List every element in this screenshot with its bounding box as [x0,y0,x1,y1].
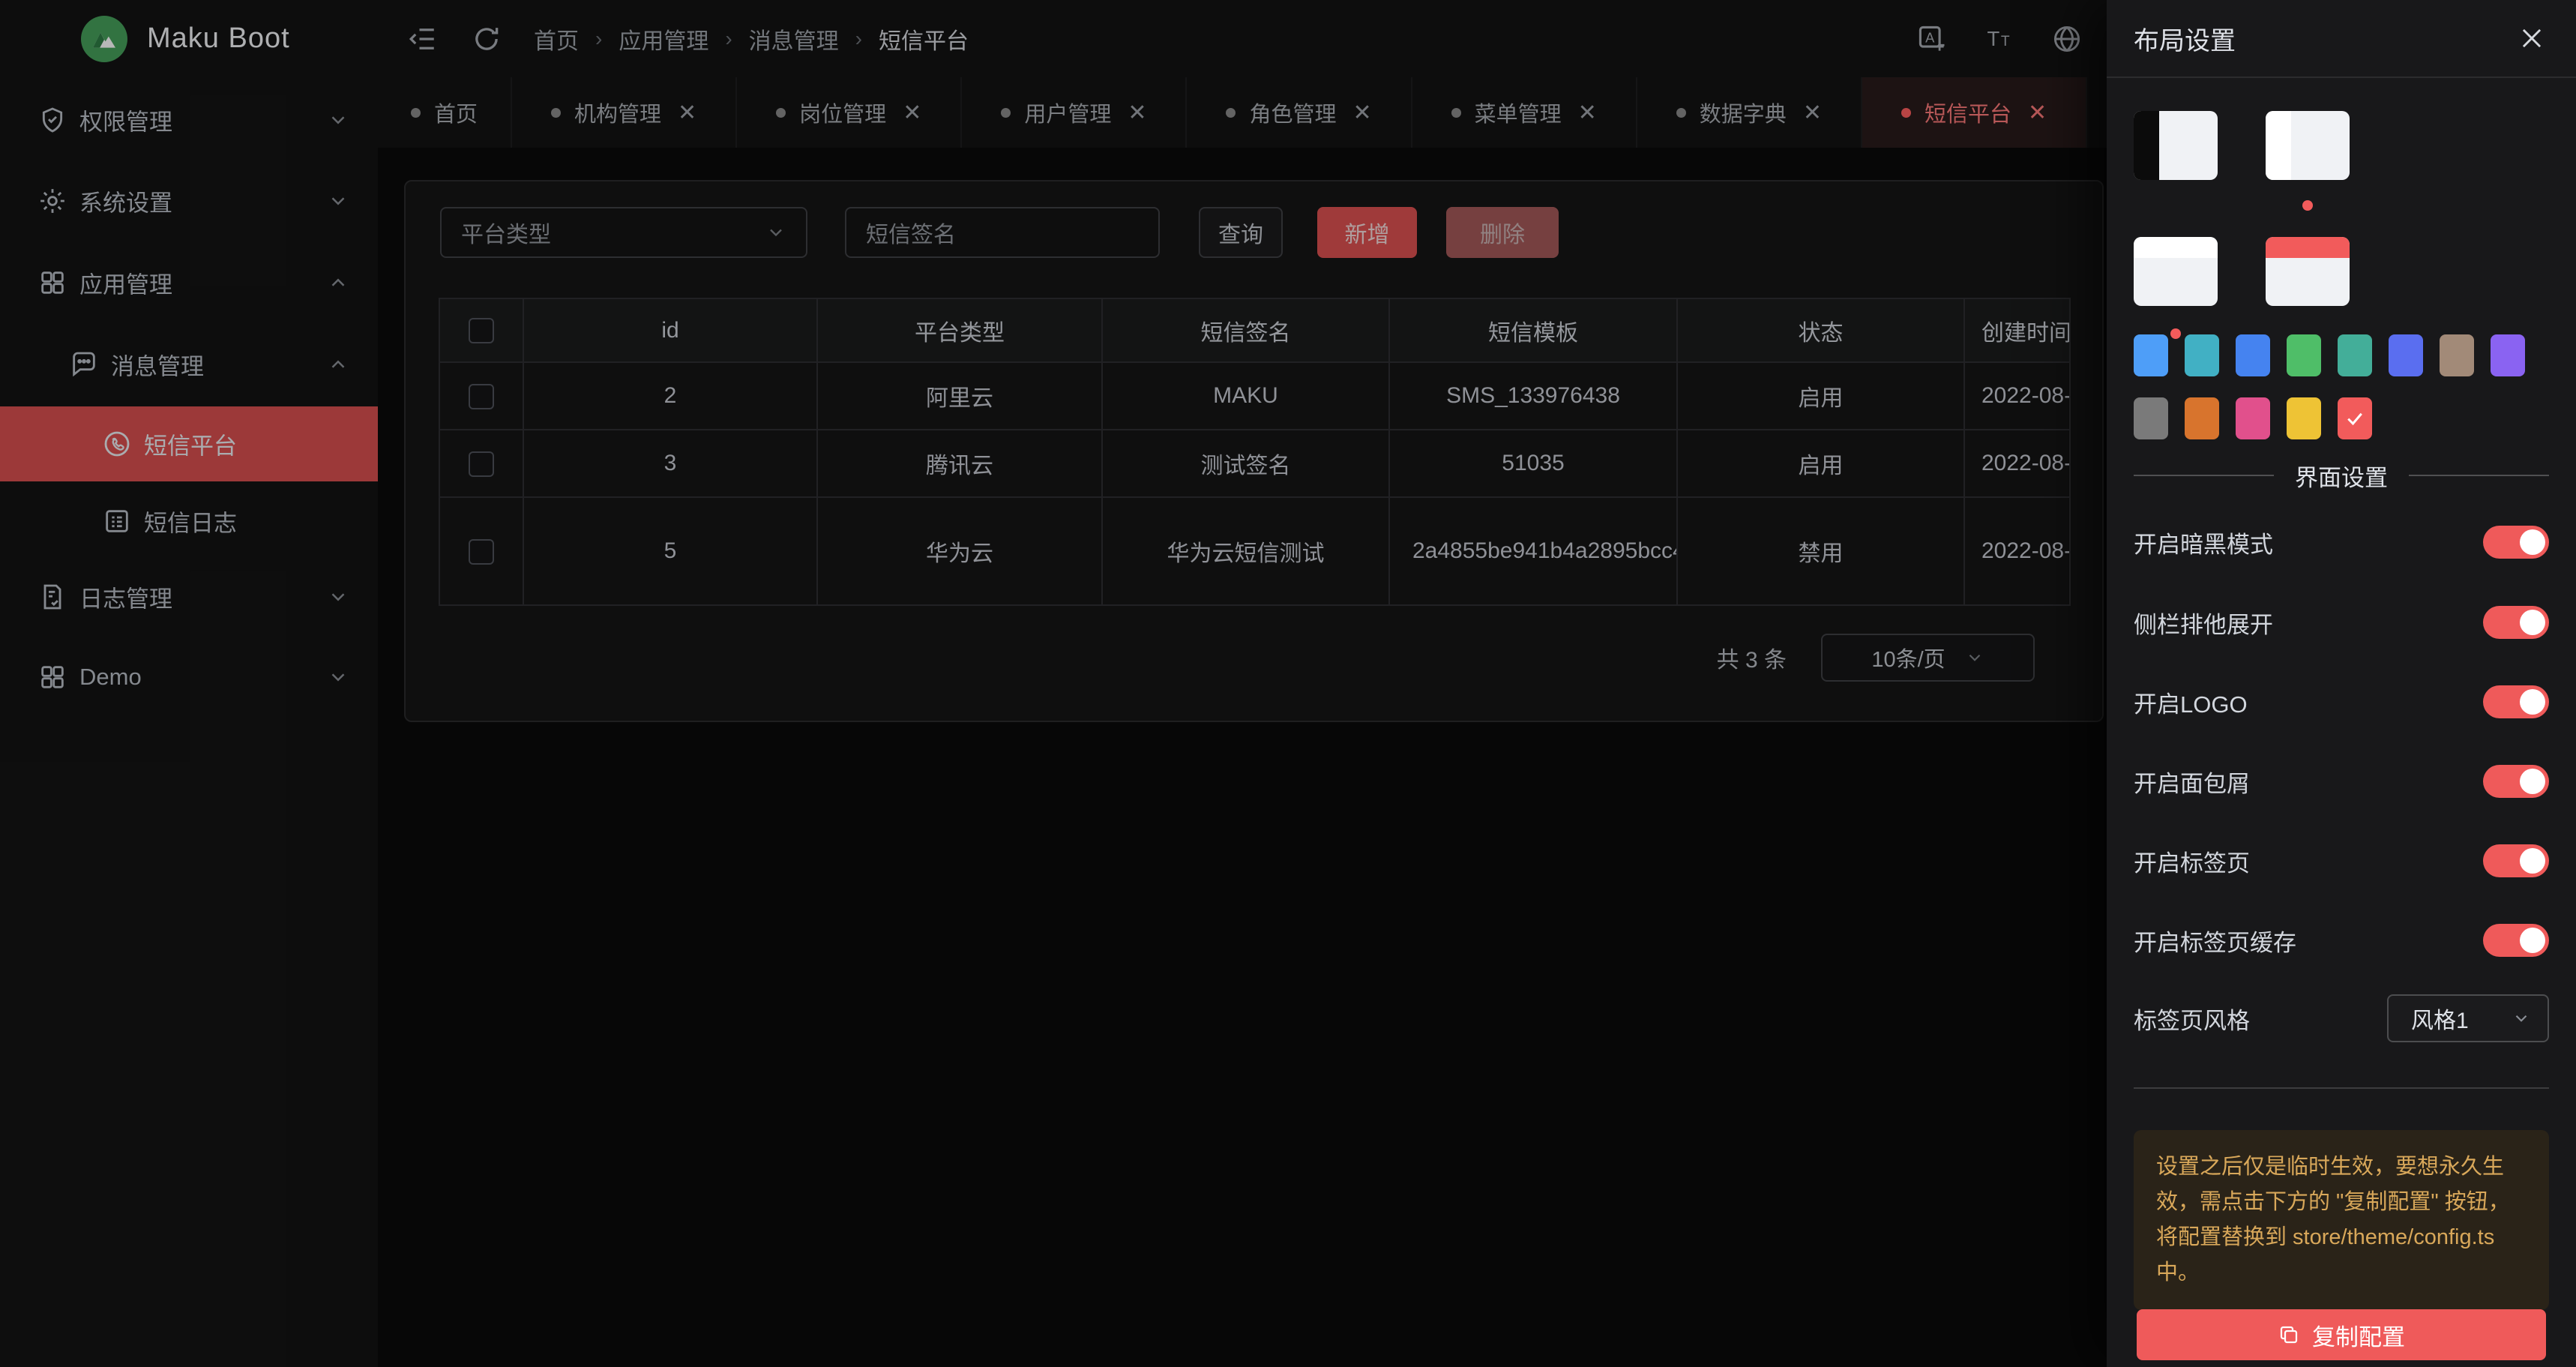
tabs-cache-toggle[interactable] [2483,924,2549,957]
drawer-divider [2134,1087,2549,1089]
tabs-toggle[interactable] [2483,844,2549,877]
color-swatch[interactable] [2236,334,2270,376]
setting-tabs-cache: 开启标签页缓存 [2134,924,2549,957]
color-swatch[interactable] [2134,397,2168,439]
color-swatch[interactable] [2185,397,2219,439]
sidebar-accordion-toggle[interactable] [2483,606,2549,639]
modal-overlay[interactable] [0,0,2107,1367]
chevron-down-icon [2512,1009,2531,1028]
copy-config-label: 复制配置 [2312,1318,2405,1352]
thumb-light-sidebar-layout[interactable] [2266,111,2350,180]
section-title: 界面设置 [2295,459,2388,493]
setting-logo: 开启LOGO [2134,685,2549,718]
color-swatch[interactable] [2338,334,2372,376]
setting-tab-style: 标签页风格 风格1 [2134,994,2549,1042]
close-icon[interactable] [2518,24,2546,52]
setting-sidebar-accordion: 侧栏排他展开 [2134,606,2549,639]
setting-tabs: 开启标签页 [2134,844,2549,877]
thumb-header-bar [2266,237,2350,258]
section-divider: 界面设置 [2134,460,2549,490]
copy-icon [2278,1324,2300,1346]
breadcrumb-toggle[interactable] [2483,765,2549,798]
tab-style-select[interactable]: 风格1 [2387,994,2549,1042]
drawer-title: 布局设置 [2134,20,2236,57]
thumb-sidebar-strip [2266,111,2291,180]
thumb-selected-dot [2302,200,2313,211]
color-swatch[interactable] [2236,397,2270,439]
thumb-primary-header-layout[interactable] [2266,237,2350,306]
tab-style-value: 风格1 [2411,1002,2469,1035]
color-swatch[interactable] [2440,334,2474,376]
drawer-header: 布局设置 [2107,0,2576,78]
thumb-selected-dot [2170,328,2181,339]
thumb-sidebar-strip [2134,111,2159,180]
color-swatch[interactable] [2287,334,2321,376]
color-swatch[interactable] [2491,334,2525,376]
thumb-light-header-layout[interactable] [2134,237,2218,306]
app-root: Maku Boot 权限管理 系统设置 应用管理 消息管理 短信平台 [0,0,2576,1367]
setting-breadcrumb: 开启面包屑 [2134,765,2549,798]
layout-settings-drawer: 布局设置 界面设置 [2107,0,2576,1367]
color-swatch[interactable] [2185,334,2219,376]
thumb-header-bar [2134,237,2218,258]
thumb-dark-sidebar-layout[interactable] [2134,111,2218,180]
copy-config-button[interactable]: 复制配置 [2137,1309,2546,1360]
logo-toggle[interactable] [2483,685,2549,718]
color-swatch[interactable] [2134,334,2168,376]
setting-dark-mode: 开启暗黑模式 [2134,526,2549,559]
color-swatch[interactable] [2287,397,2321,439]
notice-box: 设置之后仅是临时生效，要想永久生效，需点击下方的 "复制配置" 按钮，将配置替换… [2134,1130,2549,1310]
color-swatch[interactable] [2389,334,2423,376]
color-swatch-selected[interactable] [2338,397,2372,439]
dark-mode-toggle[interactable] [2483,526,2549,559]
